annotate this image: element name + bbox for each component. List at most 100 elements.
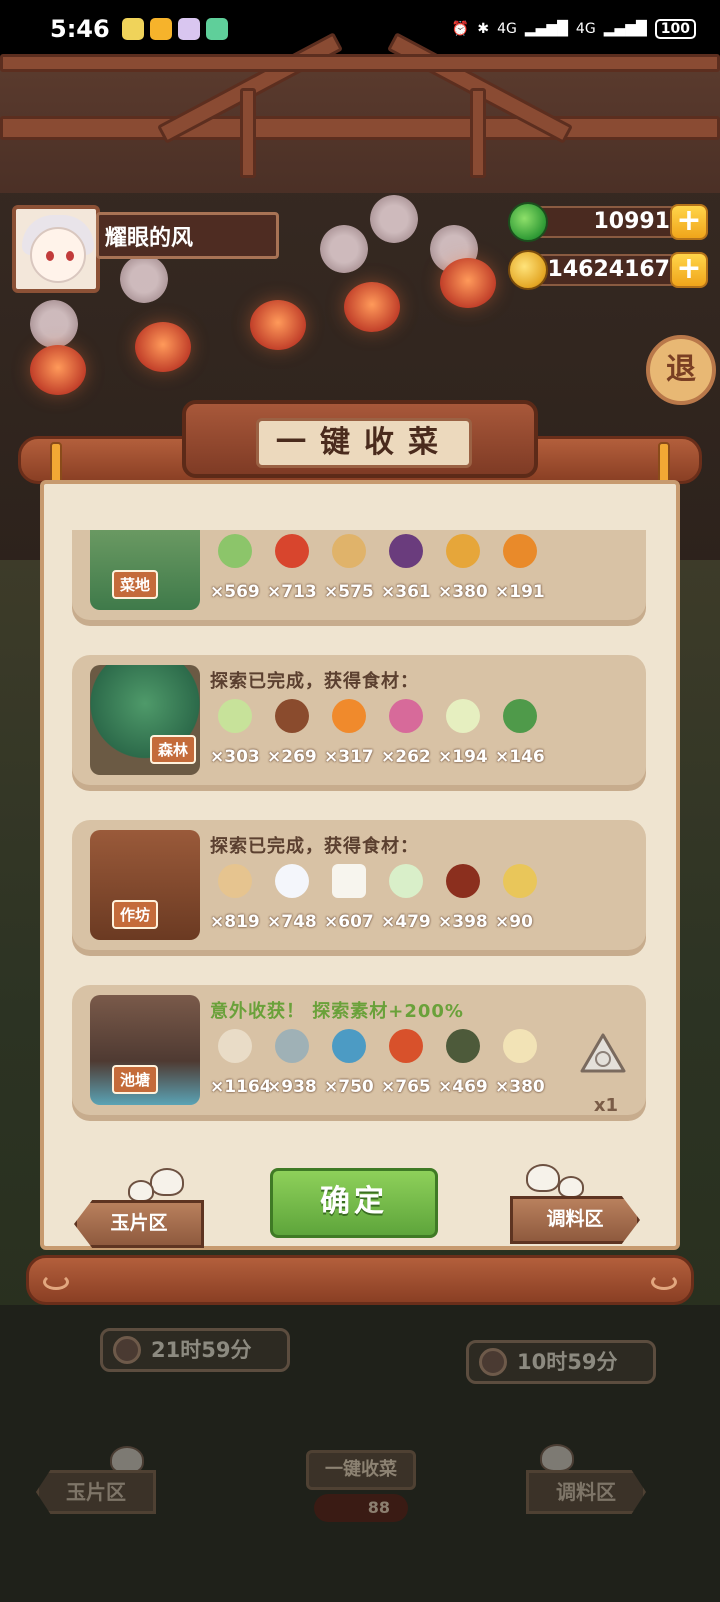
bonus-message: 意外收获！ 探索素材+200% (210, 1001, 464, 1022)
scroll-bottom-rod (26, 1255, 694, 1305)
ingredient-item: ×90 (495, 864, 552, 940)
item-quantity: ×398 (438, 912, 488, 932)
chat-icon (205, 18, 228, 40)
fish-meat-icon (389, 1029, 423, 1063)
coin-currency: 14624167 + (508, 250, 708, 290)
flour-sack-icon (218, 864, 252, 898)
harvest-list[interactable]: 菜地 ×569 ×713 ×575 ×361 ×380 ×191 森林 探索已完… (56, 530, 664, 1142)
avatar-eye (46, 251, 54, 261)
timer-text: 10时59分 (517, 1350, 618, 1374)
item-quantity: ×317 (324, 747, 374, 767)
pineapple-icon (446, 534, 480, 568)
harvest-card-forest: 森林 探索已完成，获得食材： ×303 ×269 ×317 ×262 ×194 … (72, 655, 646, 785)
ingredient-item: ×262 (381, 699, 438, 775)
jade-currency: 10991 + (508, 202, 708, 242)
harvest-card-workshop: 作坊 探索已完成，获得食材： ×819 ×748 ×607 ×479 ×398 … (72, 820, 646, 950)
item-quantity: ×469 (438, 1077, 488, 1097)
crab-icon (446, 1029, 480, 1063)
jar-icon (446, 864, 480, 898)
item-quantity: ×750 (324, 1077, 374, 1097)
rice-bowl-icon (275, 864, 309, 898)
carrot-icon (332, 699, 366, 733)
signal-icon: ▂▄▆█ (524, 21, 568, 37)
dialog-title: 一键收菜 (256, 418, 472, 468)
ingredient-item: ×575 (324, 534, 381, 610)
swirl-decoration (651, 1274, 677, 1290)
harvest-card-pond: 池塘 意外收获！ 探索素材+200% ×1164 ×938 ×750 ×765 … (72, 985, 646, 1116)
chick-decoration (526, 1164, 560, 1192)
explore-message: 探索已完成，获得食材： (210, 671, 419, 692)
background-harvest-cost: 88 (314, 1494, 408, 1522)
radish-icon (389, 699, 423, 733)
ingredient-item: ×146 (495, 699, 552, 775)
item-quantity: ×569 (210, 582, 260, 602)
ingredient-item: ×938 (267, 1029, 324, 1105)
item-quantity: ×765 (381, 1077, 431, 1097)
item-quantity: ×380 (438, 582, 488, 602)
item-quantity: ×819 (210, 912, 260, 932)
ingredient-item: ×750 (324, 1029, 381, 1105)
location-tag: 作坊 (112, 900, 159, 929)
pumpkin-icon (503, 534, 537, 568)
battery-icon: 100 (654, 19, 696, 39)
clock-icon (479, 1348, 507, 1376)
roof-beam (0, 116, 720, 140)
shrimp-icon (275, 1029, 309, 1063)
confirm-button[interactable]: 确定 (270, 1168, 438, 1238)
item-quantity: ×194 (438, 747, 488, 767)
gold-coin-icon (508, 250, 548, 290)
item-quantity: ×380 (495, 1077, 545, 1097)
notification-icons (121, 18, 228, 40)
fin-icon (503, 1029, 537, 1063)
game-screen: 5:46 ⏰ ✱ 4G ▂▄▆█ 4G ▂▄▆█ 100 耀眼的风 10991 … (0, 0, 720, 1602)
harvest-card-field: 菜地 ×569 ×713 ×575 ×361 ×380 ×191 (72, 530, 646, 620)
add-jade-button[interactable]: + (670, 204, 708, 240)
jade-amount: 10991 (526, 206, 686, 238)
player-name: 耀眼的风 (96, 212, 279, 259)
location-tag: 池塘 (112, 1065, 159, 1094)
bamboo-shoot-icon (446, 699, 480, 733)
signal-icon: ▂▄▆█ (603, 21, 647, 37)
item-quantity: ×262 (381, 747, 431, 767)
item-quantity: ×938 (267, 1077, 317, 1097)
explore-message: 探索已完成，获得食材： (210, 836, 419, 857)
dialog-title-plaque: 一键收菜 (182, 400, 538, 478)
bluetooth-icon: ✱ (477, 21, 490, 37)
exit-button[interactable]: 退 (646, 335, 716, 405)
exploration-material-icon (580, 1033, 626, 1073)
ingredient-item: ×713 (267, 534, 324, 610)
status-right: ⏰ ✱ 4G ▂▄▆█ 4G ▂▄▆█ 100 (452, 19, 696, 39)
ingredient-item: ×303 (210, 699, 267, 775)
sauce-boat-icon (503, 864, 537, 898)
ingredient-item: ×469 (438, 1029, 495, 1105)
status-bar: 5:46 ⏰ ✱ 4G ▂▄▆█ 4G ▂▄▆█ 100 (0, 0, 720, 58)
roof-background (0, 32, 720, 193)
ingredient-item: ×317 (324, 699, 381, 775)
clock-icon (113, 1336, 141, 1364)
item-quantity: ×748 (267, 912, 317, 932)
item-quantity: ×90 (495, 912, 533, 932)
chick-decoration (110, 1446, 144, 1474)
blossom-decoration (30, 300, 78, 348)
roof-beam (470, 88, 486, 178)
jade-area-button[interactable]: 玉片区 (74, 1200, 204, 1248)
herb-icon (503, 699, 537, 733)
player-avatar[interactable] (12, 205, 100, 293)
ingredient-item: ×380 (495, 1029, 552, 1105)
lantern-decoration (250, 300, 306, 350)
seasoning-area-button[interactable]: 调料区 (510, 1196, 640, 1244)
item-quantity: ×713 (267, 582, 317, 602)
ingredient-item: ×748 (267, 864, 324, 940)
ingredient-item: ×819 (210, 864, 267, 940)
mushroom-icon (275, 699, 309, 733)
item-row: ×819 ×748 ×607 ×479 ×398 ×90 (210, 864, 552, 940)
fish-icon (332, 1029, 366, 1063)
ingredient-item: ×194 (438, 699, 495, 775)
add-coin-button[interactable]: + (670, 252, 708, 288)
bonus-count: x1 (593, 1095, 618, 1116)
cabbage-icon (218, 699, 252, 733)
roof-beam (240, 88, 256, 178)
item-quantity: ×607 (324, 912, 374, 932)
chick-decoration (128, 1180, 154, 1202)
item-quantity: ×361 (381, 582, 431, 602)
